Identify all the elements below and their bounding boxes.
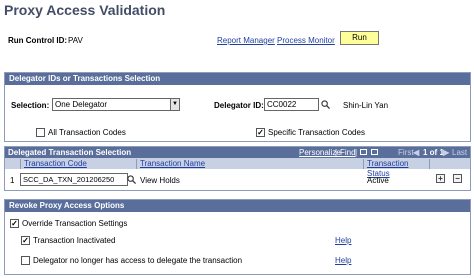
selection-label: Selection: — [11, 101, 50, 110]
override-label: Override Transaction Settings — [22, 219, 128, 228]
report-manager-link[interactable]: Report Manager — [217, 36, 275, 45]
selection-dropdown[interactable]: One Delegator ▼ — [52, 98, 180, 111]
grid-header: Delegated Transaction Selection Personal… — [5, 147, 470, 158]
run-control-value: PAV — [68, 36, 83, 45]
transaction-name-cell: View Holds — [140, 176, 180, 185]
search-icon[interactable] — [321, 100, 330, 109]
col-transaction-status[interactable]: Transaction Status — [364, 159, 430, 178]
specific-codes-checkbox[interactable]: ✓ — [256, 128, 265, 137]
inactivated-checkbox[interactable]: ✓ — [21, 236, 30, 245]
grid-download-icon[interactable] — [371, 149, 378, 155]
all-codes-label: All Transaction Codes — [48, 128, 126, 137]
run-button[interactable]: Run — [340, 31, 379, 45]
help-link-no-access[interactable]: Help — [335, 256, 351, 265]
delegator-name: Shin-Lin Yan — [343, 101, 389, 110]
transaction-status-cell: Active — [367, 176, 389, 185]
inactivated-label: Transaction Inactivated — [33, 236, 116, 245]
specific-codes-label: Specific Transaction Codes — [268, 128, 365, 137]
no-access-label: Delegator no longer has access to delega… — [33, 256, 243, 265]
page-title: Proxy Access Validation — [4, 2, 166, 18]
last-link[interactable]: Last — [452, 147, 467, 158]
row-number: 1 — [10, 176, 15, 185]
find-link[interactable]: Find — [340, 147, 356, 158]
prev-icon[interactable]: ◀ — [413, 147, 419, 158]
col-transaction-code[interactable]: Transaction Code — [20, 159, 137, 169]
chevron-down-icon: ▼ — [170, 99, 179, 110]
col-transaction-name[interactable]: Transaction Name — [137, 159, 364, 169]
plus-icon[interactable]: + — [436, 174, 445, 183]
delegator-id-input[interactable]: CC0022 — [264, 98, 319, 111]
delegator-id-label: Delegator ID: — [214, 101, 264, 110]
transaction-code-input[interactable]: SCC_DA_TXN_201206250 — [20, 173, 128, 186]
next-icon[interactable]: ▶ — [443, 147, 449, 158]
all-codes-checkbox[interactable] — [36, 128, 45, 137]
process-monitor-link[interactable]: Process Monitor — [277, 36, 335, 45]
help-link-inactivated[interactable]: Help — [335, 236, 351, 245]
no-access-checkbox[interactable] — [21, 256, 30, 265]
delegator-section-header: Delegator IDs or Transactions Selection — [5, 73, 470, 85]
search-icon[interactable] — [127, 175, 136, 184]
selection-value: One Delegator — [55, 100, 108, 109]
grid-title: Delegated Transaction Selection — [8, 148, 132, 157]
minus-icon[interactable]: − — [453, 174, 462, 183]
run-control-label: Run Control ID: — [8, 36, 68, 45]
row-range: 1 of 1 — [423, 148, 444, 157]
view-all-icon[interactable] — [360, 149, 367, 155]
first-link[interactable]: First — [398, 147, 414, 158]
override-checkbox[interactable]: ✓ — [10, 219, 19, 228]
revoke-section-header: Revoke Proxy Access Options — [5, 200, 470, 212]
